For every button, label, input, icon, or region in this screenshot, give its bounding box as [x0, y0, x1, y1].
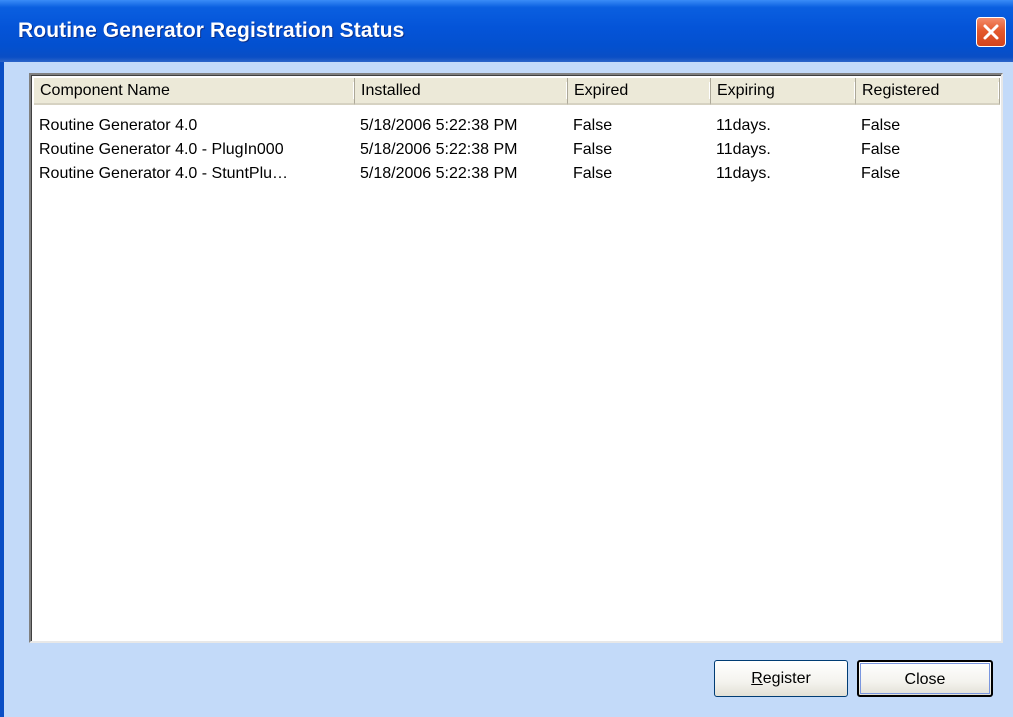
- column-header-expired[interactable]: Expired: [568, 78, 711, 105]
- cell-component-name: Routine Generator 4.0 - PlugIn000: [39, 141, 284, 158]
- list-row[interactable]: Routine Generator 4.0 - StuntPlu… 5/18/2…: [34, 162, 1000, 186]
- cell-installed: 5/18/2006 5:22:38 PM: [360, 117, 518, 134]
- cell-expiring: 11days.: [716, 141, 771, 158]
- cell-installed: 5/18/2006 5:22:38 PM: [360, 165, 518, 182]
- title-bar[interactable]: Routine Generator Registration Status: [0, 0, 1013, 62]
- window-title: Routine Generator Registration Status: [18, 19, 405, 42]
- register-mnemonic: R: [751, 670, 763, 687]
- list-row[interactable]: Routine Generator 4.0 5/18/2006 5:22:38 …: [34, 114, 1000, 138]
- register-button[interactable]: Register: [714, 660, 848, 697]
- list-rows: Routine Generator 4.0 5/18/2006 5:22:38 …: [34, 114, 1000, 186]
- components-list[interactable]: Component Name Installed Expired Expirin…: [29, 73, 1003, 643]
- cell-registered: False: [861, 165, 901, 182]
- cell-expired: False: [573, 141, 613, 158]
- cell-expired: False: [573, 117, 613, 134]
- cell-component-name: Routine Generator 4.0 - StuntPlu…: [39, 165, 289, 182]
- dialog-window: Routine Generator Registration Status Co…: [0, 0, 1013, 717]
- cell-registered: False: [861, 117, 901, 134]
- column-header-expiring[interactable]: Expiring: [711, 78, 856, 105]
- cell-registered: False: [861, 141, 901, 158]
- cell-installed: 5/18/2006 5:22:38 PM: [360, 141, 518, 158]
- column-header-installed[interactable]: Installed: [355, 78, 568, 105]
- cell-expiring: 11days.: [716, 117, 771, 134]
- cell-expired: False: [573, 165, 613, 182]
- cell-component-name: Routine Generator 4.0: [39, 117, 198, 134]
- column-header-component-name[interactable]: Component Name: [34, 78, 355, 105]
- close-icon: [983, 24, 999, 40]
- register-label: egister: [762, 670, 811, 687]
- close-button[interactable]: Close: [857, 660, 993, 697]
- window-close-button[interactable]: [976, 17, 1006, 47]
- column-header-registered[interactable]: Registered: [856, 78, 1000, 105]
- cell-expiring: 11days.: [716, 165, 771, 182]
- list-header: Component Name Installed Expired Expirin…: [34, 78, 1000, 105]
- list-row[interactable]: Routine Generator 4.0 - PlugIn000 5/18/2…: [34, 138, 1000, 162]
